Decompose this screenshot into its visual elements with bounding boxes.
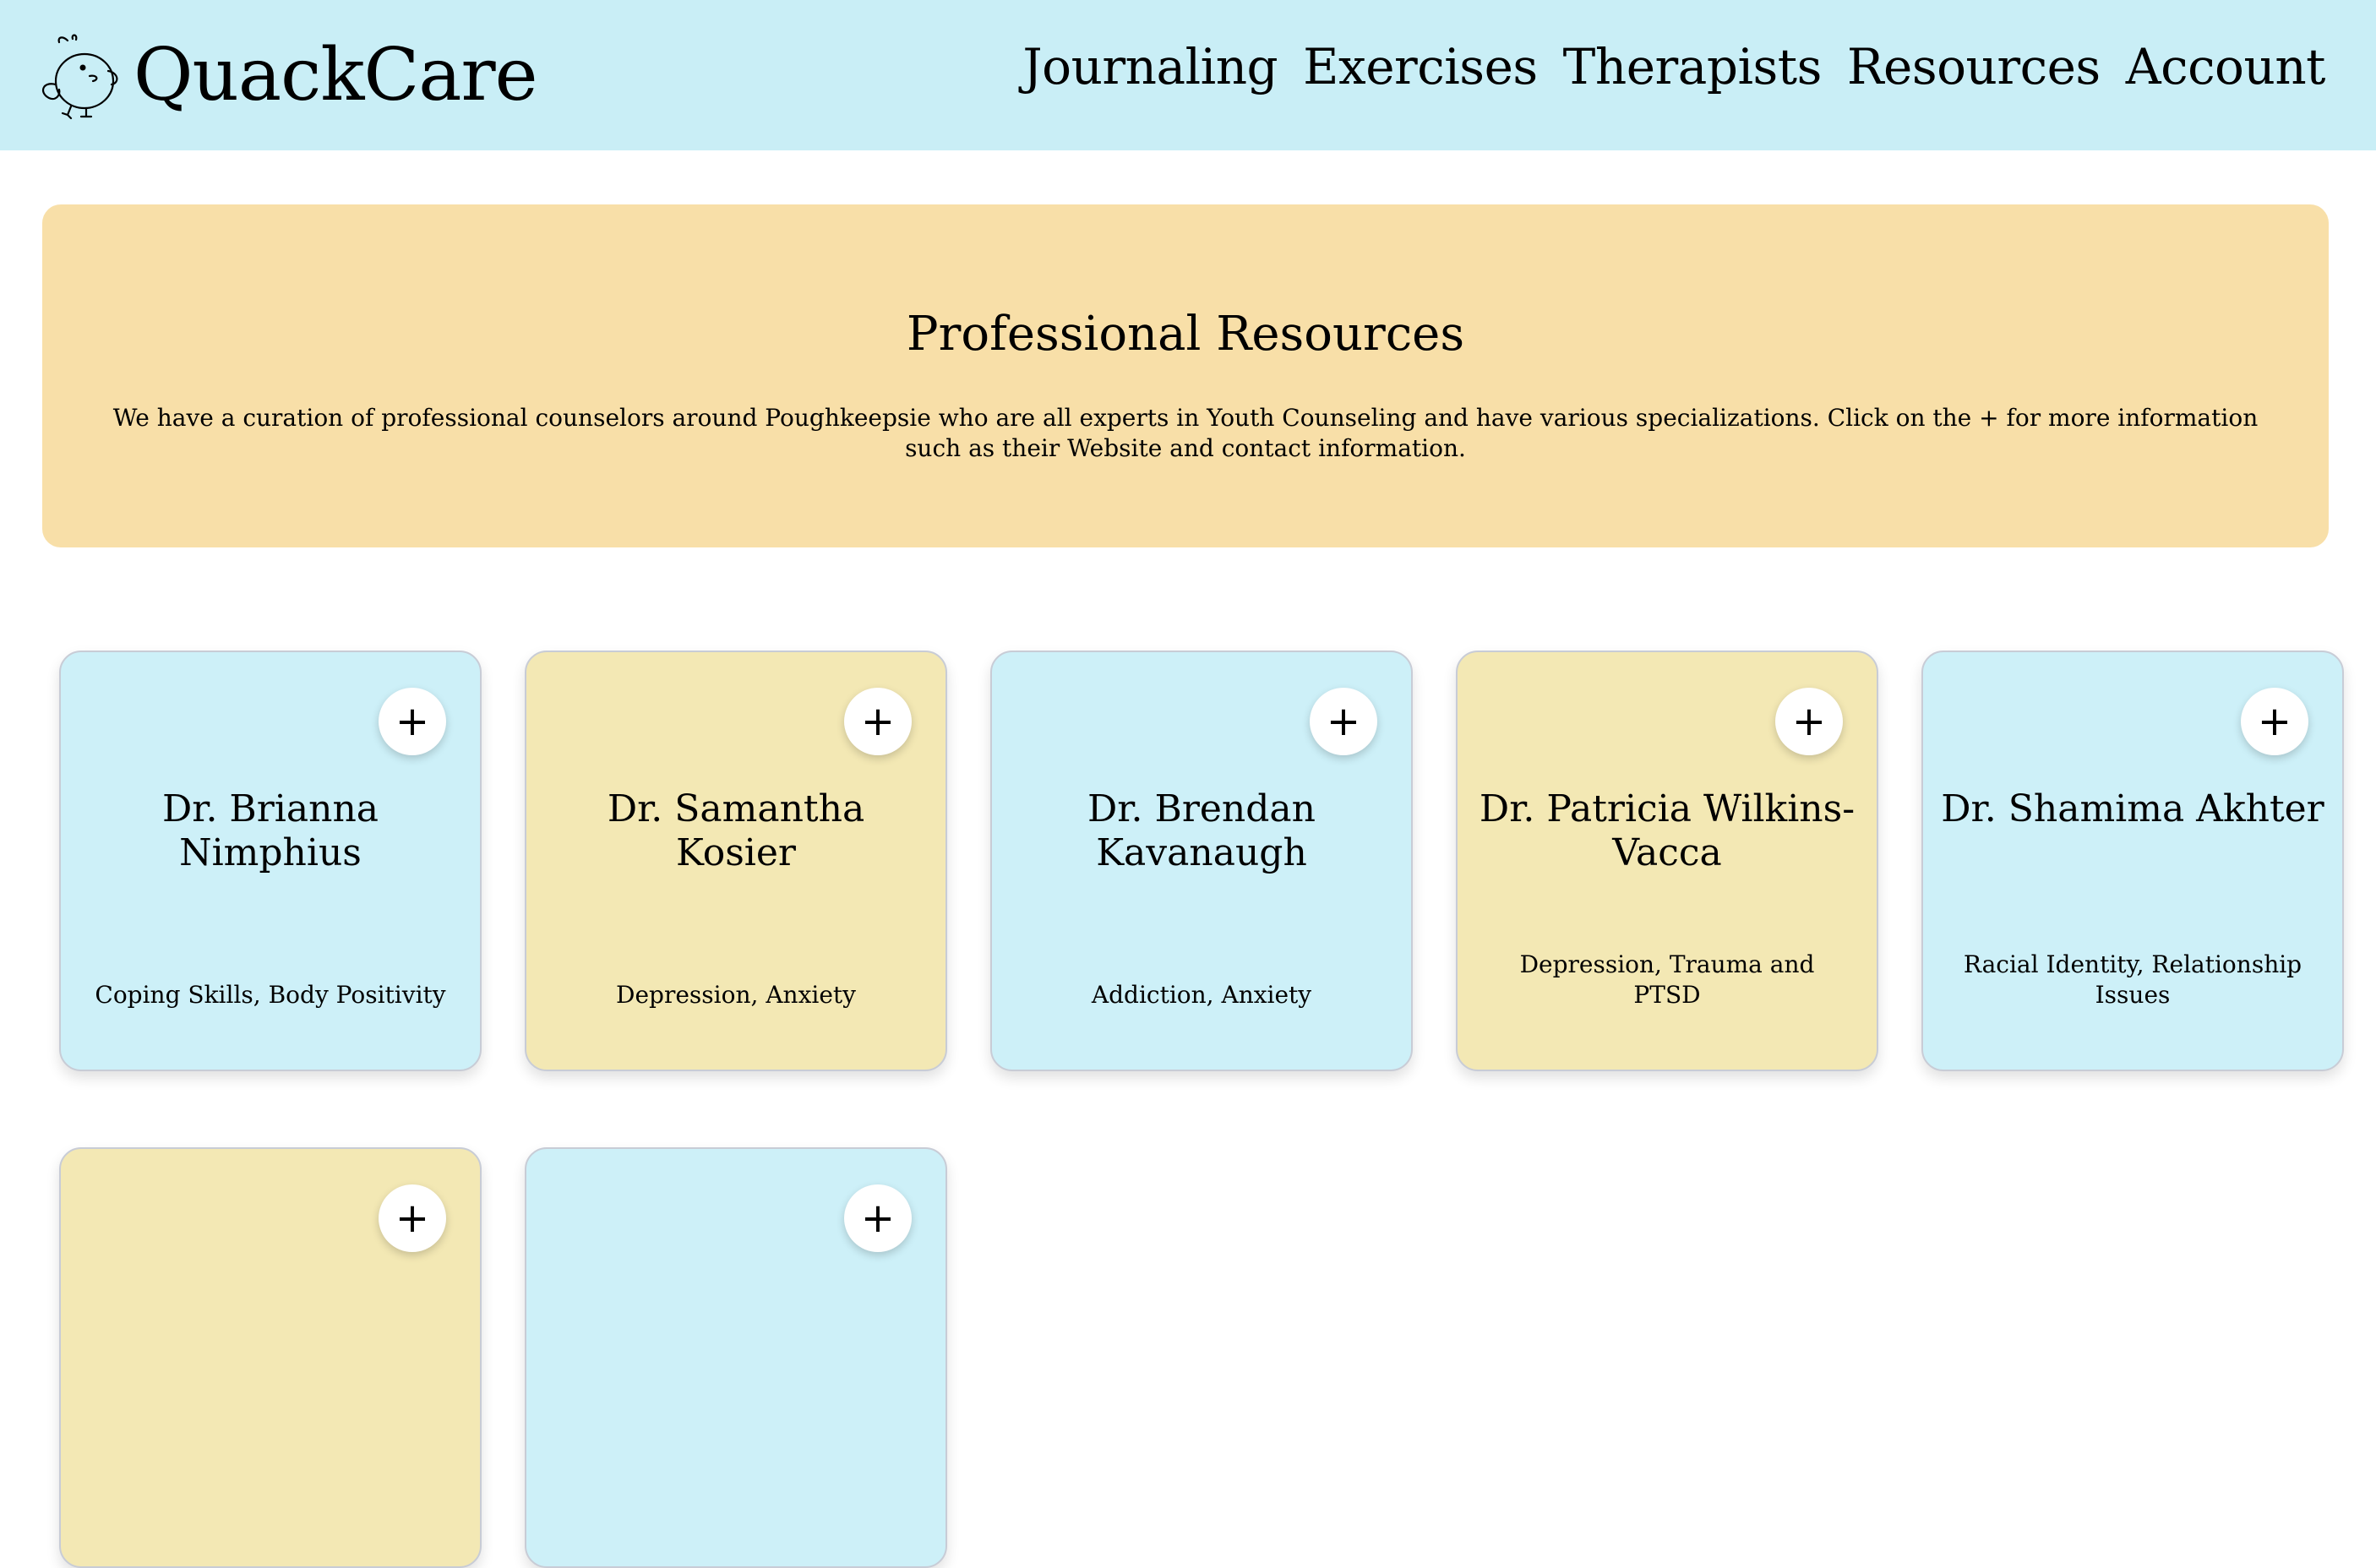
logo[interactable]: QuackCare bbox=[34, 20, 538, 130]
expand-button[interactable]: + bbox=[2241, 688, 2308, 755]
therapist-name: Dr. Shamima Akhter bbox=[1941, 787, 2324, 830]
nav-account[interactable]: Account bbox=[2126, 42, 2326, 91]
page-title: Professional Resources bbox=[906, 307, 1465, 362]
therapist-specialties: Depression, Trauma and PTSD bbox=[1519, 950, 1815, 1009]
therapist-card: + Dr. Samantha Kosier Depression, Anxiet… bbox=[525, 651, 947, 1071]
plus-icon: + bbox=[1791, 698, 1827, 745]
brand-name[interactable]: QuackCare bbox=[134, 39, 538, 112]
plus-icon: + bbox=[395, 698, 430, 745]
therapist-specialties: Addiction, Anxiety bbox=[1091, 981, 1312, 1009]
therapist-card: + bbox=[525, 1147, 947, 1568]
duck-logo-icon bbox=[41, 34, 118, 120]
therapist-name: Dr. Brianna Nimphius bbox=[161, 787, 379, 874]
plus-icon: + bbox=[860, 698, 896, 745]
therapist-name: Dr. Samantha Kosier bbox=[607, 787, 865, 874]
plus-icon: + bbox=[860, 1195, 896, 1242]
plus-icon: + bbox=[2257, 698, 2292, 745]
therapist-card: + Dr. Brianna Nimphius Coping Skills, Bo… bbox=[59, 651, 482, 1071]
expand-button[interactable]: + bbox=[844, 688, 912, 755]
therapist-cards: + Dr. Brianna Nimphius Coping Skills, Bo… bbox=[59, 651, 2357, 1568]
therapist-specialties: Racial Identity, Relationship Issues bbox=[1963, 950, 2302, 1009]
plus-icon: + bbox=[1326, 698, 1361, 745]
therapist-card: + Dr. Shamima Akhter Racial Identity, Re… bbox=[1921, 651, 2344, 1071]
plus-icon: + bbox=[395, 1195, 430, 1242]
therapist-card: + bbox=[59, 1147, 482, 1568]
therapist-card: + Dr. Patricia Wilkins-Vacca Depression,… bbox=[1456, 651, 1878, 1071]
nav-therapists[interactable]: Therapists bbox=[1563, 42, 1823, 91]
expand-button[interactable]: + bbox=[1310, 688, 1377, 755]
expand-button[interactable]: + bbox=[379, 1184, 446, 1252]
therapist-name: Dr. Patricia Wilkins-Vacca bbox=[1479, 787, 1856, 874]
main-nav: Journaling Exercises Therapists Resource… bbox=[1022, 42, 2325, 91]
intro-banner: Professional Resources We have a curatio… bbox=[42, 204, 2329, 547]
therapist-specialties: Coping Skills, Body Positivity bbox=[95, 981, 446, 1009]
therapist-name: Dr. Brendan Kavanaugh bbox=[1087, 787, 1316, 874]
expand-button[interactable]: + bbox=[1775, 688, 1843, 755]
site-header: QuackCare Journaling Exercises Therapist… bbox=[0, 0, 2376, 150]
nav-exercises[interactable]: Exercises bbox=[1303, 42, 1538, 91]
expand-button[interactable]: + bbox=[844, 1184, 912, 1252]
therapist-specialties: Depression, Anxiety bbox=[616, 981, 856, 1009]
banner-description: We have a curation of professional couns… bbox=[112, 404, 2259, 463]
nav-journaling[interactable]: Journaling bbox=[1022, 42, 1278, 91]
therapist-card: + Dr. Brendan Kavanaugh Addiction, Anxie… bbox=[990, 651, 1413, 1071]
nav-resources[interactable]: Resources bbox=[1847, 42, 2101, 91]
expand-button[interactable]: + bbox=[379, 688, 446, 755]
